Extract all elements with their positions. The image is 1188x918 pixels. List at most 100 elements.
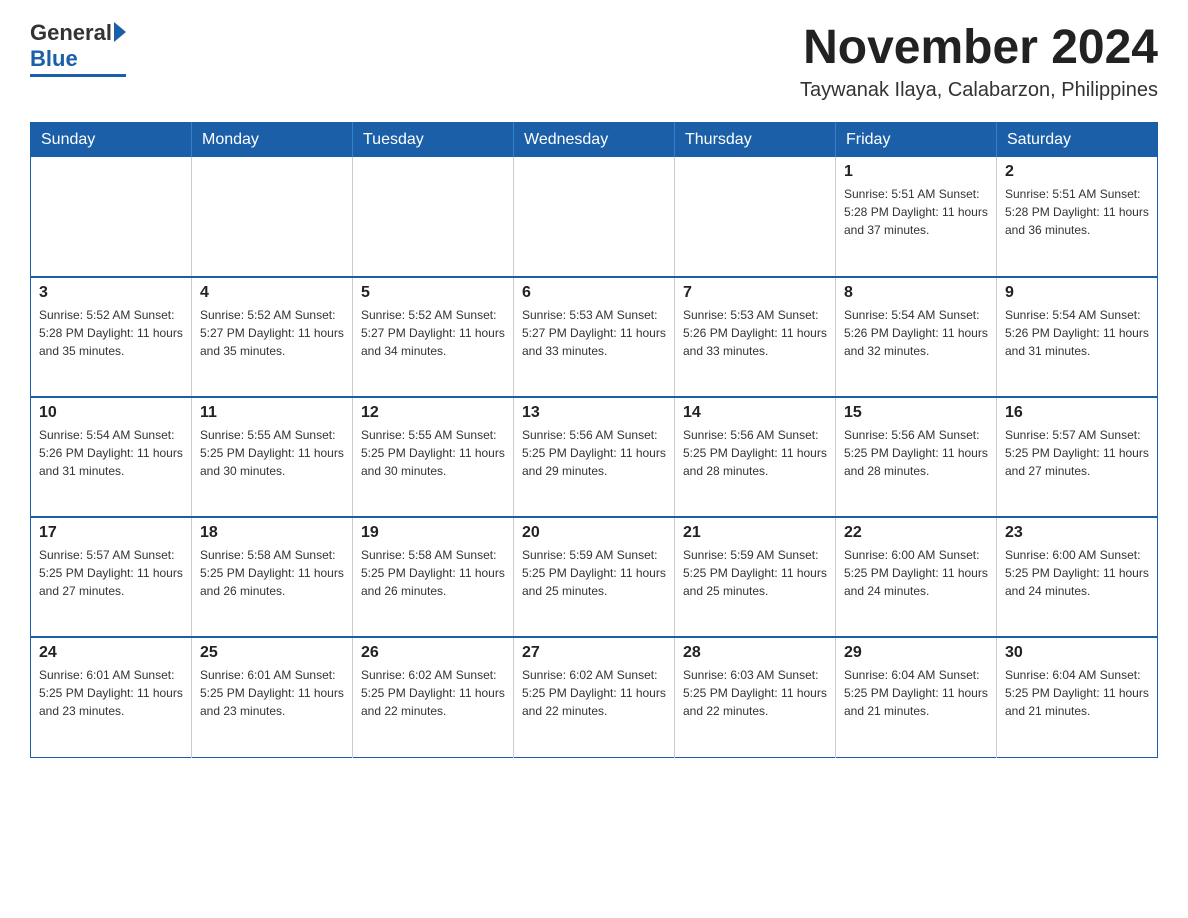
logo: General Blue — [30, 20, 126, 77]
day-info: Sunrise: 6:00 AM Sunset: 5:25 PM Dayligh… — [844, 546, 988, 600]
calendar-cell: 11Sunrise: 5:55 AM Sunset: 5:25 PM Dayli… — [192, 397, 353, 517]
day-number: 4 — [200, 284, 344, 302]
day-number: 13 — [522, 404, 666, 422]
logo-blue-text: Blue — [30, 46, 78, 72]
calendar-cell: 9 Sunrise: 5:54 AM Sunset: 5:26 PM Daylig… — [997, 277, 1158, 397]
logo-triangle-icon — [114, 22, 126, 42]
col-sunday: Sunday — [31, 123, 192, 158]
calendar-cell: 13 Sunrise: 5:56 AM Sunset: 5:25 PM Dayli… — [514, 397, 675, 517]
day-number: 22 — [844, 524, 988, 542]
logo-underline — [30, 74, 126, 77]
day-info: Sunrise: 5:54 AM Sunset: 5:26 PM Dayligh… — [844, 306, 988, 360]
calendar-cell: 21Sunrise: 5:59 AM Sunset: 5:25 PM Dayli… — [675, 517, 836, 637]
day-number: 20 — [522, 524, 666, 542]
day-info: Sunrise: 5:53 AM Sunset: 5:27 PM Dayligh… — [522, 306, 666, 360]
day-number: 21 — [683, 524, 827, 542]
calendar-cell: 26 Sunrise: 6:02 AM Sunset: 5:25 PM Dayli… — [353, 637, 514, 757]
calendar-header-row: Sunday Monday Tuesday Wednesday Thursday… — [31, 123, 1158, 158]
day-number: 28 — [683, 644, 827, 662]
day-info: Sunrise: 5:57 AM Sunset: 5:25 PM Dayligh… — [39, 546, 183, 600]
day-number: 2 — [1005, 163, 1149, 181]
day-info: Sunrise: 6:02 AM Sunset: 5:25 PM Dayligh… — [361, 666, 505, 720]
col-monday: Monday — [192, 123, 353, 158]
calendar-cell: 14Sunrise: 5:56 AM Sunset: 5:25 PM Dayli… — [675, 397, 836, 517]
calendar-cell: 15 Sunrise: 5:56 AM Sunset: 5:25 PM Dayli… — [836, 397, 997, 517]
calendar-cell: 22 Sunrise: 6:00 AM Sunset: 5:25 PM Dayli… — [836, 517, 997, 637]
calendar-week-row: 24Sunrise: 6:01 AM Sunset: 5:25 PM Dayli… — [31, 637, 1158, 757]
day-number: 23 — [1005, 524, 1149, 542]
calendar-week-row: 17 Sunrise: 5:57 AM Sunset: 5:25 PM Dayli… — [31, 517, 1158, 637]
day-number: 25 — [200, 644, 344, 662]
calendar-cell: 29 Sunrise: 6:04 AM Sunset: 5:25 PM Dayli… — [836, 637, 997, 757]
day-info: Sunrise: 5:54 AM Sunset: 5:26 PM Dayligh… — [1005, 306, 1149, 360]
logo-general-text: General — [30, 20, 112, 46]
day-info: Sunrise: 5:59 AM Sunset: 5:25 PM Dayligh… — [522, 546, 666, 600]
day-info: Sunrise: 6:04 AM Sunset: 5:25 PM Dayligh… — [844, 666, 988, 720]
col-tuesday: Tuesday — [353, 123, 514, 158]
day-number: 14 — [683, 404, 827, 422]
calendar-cell: 23 Sunrise: 6:00 AM Sunset: 5:25 PM Dayli… — [997, 517, 1158, 637]
day-info: Sunrise: 5:56 AM Sunset: 5:25 PM Dayligh… — [522, 426, 666, 480]
calendar-cell: 16Sunrise: 5:57 AM Sunset: 5:25 PM Dayli… — [997, 397, 1158, 517]
day-info: Sunrise: 5:52 AM Sunset: 5:28 PM Dayligh… — [39, 306, 183, 360]
calendar-table: Sunday Monday Tuesday Wednesday Thursday… — [30, 122, 1158, 758]
day-info: Sunrise: 5:52 AM Sunset: 5:27 PM Dayligh… — [361, 306, 505, 360]
day-number: 1 — [844, 163, 988, 181]
page-header: General Blue November 2024 Taywanak Ilay… — [30, 20, 1158, 102]
calendar-cell: 6 Sunrise: 5:53 AM Sunset: 5:27 PM Daylig… — [514, 277, 675, 397]
day-info: Sunrise: 6:00 AM Sunset: 5:25 PM Dayligh… — [1005, 546, 1149, 600]
calendar-cell: 24Sunrise: 6:01 AM Sunset: 5:25 PM Dayli… — [31, 637, 192, 757]
day-info: Sunrise: 6:02 AM Sunset: 5:25 PM Dayligh… — [522, 666, 666, 720]
day-number: 30 — [1005, 644, 1149, 662]
calendar-cell: 4 Sunrise: 5:52 AM Sunset: 5:27 PM Daylig… — [192, 277, 353, 397]
day-info: Sunrise: 6:04 AM Sunset: 5:25 PM Dayligh… — [1005, 666, 1149, 720]
day-info: Sunrise: 5:55 AM Sunset: 5:25 PM Dayligh… — [361, 426, 505, 480]
day-info: Sunrise: 5:58 AM Sunset: 5:25 PM Dayligh… — [361, 546, 505, 600]
day-info: Sunrise: 6:03 AM Sunset: 5:25 PM Dayligh… — [683, 666, 827, 720]
day-number: 29 — [844, 644, 988, 662]
day-info: Sunrise: 5:51 AM Sunset: 5:28 PM Dayligh… — [1005, 185, 1149, 239]
day-number: 10 — [39, 404, 183, 422]
calendar-cell: 25 Sunrise: 6:01 AM Sunset: 5:25 PM Dayli… — [192, 637, 353, 757]
day-number: 19 — [361, 524, 505, 542]
day-number: 5 — [361, 284, 505, 302]
day-number: 27 — [522, 644, 666, 662]
day-info: Sunrise: 5:58 AM Sunset: 5:25 PM Dayligh… — [200, 546, 344, 600]
day-info: Sunrise: 5:51 AM Sunset: 5:28 PM Dayligh… — [844, 185, 988, 239]
day-info: Sunrise: 6:01 AM Sunset: 5:25 PM Dayligh… — [200, 666, 344, 720]
day-number: 15 — [844, 404, 988, 422]
calendar-cell: 19 Sunrise: 5:58 AM Sunset: 5:25 PM Dayli… — [353, 517, 514, 637]
day-number: 8 — [844, 284, 988, 302]
calendar-cell: 17 Sunrise: 5:57 AM Sunset: 5:25 PM Dayli… — [31, 517, 192, 637]
calendar-cell — [353, 157, 514, 277]
calendar-cell: 12Sunrise: 5:55 AM Sunset: 5:25 PM Dayli… — [353, 397, 514, 517]
day-info: Sunrise: 5:52 AM Sunset: 5:27 PM Dayligh… — [200, 306, 344, 360]
calendar-week-row: 3Sunrise: 5:52 AM Sunset: 5:28 PM Daylig… — [31, 277, 1158, 397]
main-title: November 2024 — [800, 20, 1158, 75]
calendar-cell: 20 Sunrise: 5:59 AM Sunset: 5:25 PM Dayli… — [514, 517, 675, 637]
day-info: Sunrise: 6:01 AM Sunset: 5:25 PM Dayligh… — [39, 666, 183, 720]
calendar-cell — [192, 157, 353, 277]
calendar-cell: 5 Sunrise: 5:52 AM Sunset: 5:27 PM Daylig… — [353, 277, 514, 397]
calendar-cell: 3Sunrise: 5:52 AM Sunset: 5:28 PM Daylig… — [31, 277, 192, 397]
day-number: 6 — [522, 284, 666, 302]
day-number: 17 — [39, 524, 183, 542]
day-info: Sunrise: 5:53 AM Sunset: 5:26 PM Dayligh… — [683, 306, 827, 360]
calendar-cell: 18 Sunrise: 5:58 AM Sunset: 5:25 PM Dayli… — [192, 517, 353, 637]
col-thursday: Thursday — [675, 123, 836, 158]
calendar-cell: 7 Sunrise: 5:53 AM Sunset: 5:26 PM Daylig… — [675, 277, 836, 397]
day-number: 16 — [1005, 404, 1149, 422]
day-info: Sunrise: 5:55 AM Sunset: 5:25 PM Dayligh… — [200, 426, 344, 480]
day-info: Sunrise: 5:56 AM Sunset: 5:25 PM Dayligh… — [844, 426, 988, 480]
subtitle: Taywanak Ilaya, Calabarzon, Philippines — [800, 79, 1158, 102]
day-number: 7 — [683, 284, 827, 302]
calendar-cell — [675, 157, 836, 277]
calendar-cell: 10 Sunrise: 5:54 AM Sunset: 5:26 PM Dayli… — [31, 397, 192, 517]
day-number: 9 — [1005, 284, 1149, 302]
col-saturday: Saturday — [997, 123, 1158, 158]
day-number: 26 — [361, 644, 505, 662]
calendar-cell: 2 Sunrise: 5:51 AM Sunset: 5:28 PM Daylig… — [997, 157, 1158, 277]
calendar-cell: 28 Sunrise: 6:03 AM Sunset: 5:25 PM Dayli… — [675, 637, 836, 757]
day-number: 18 — [200, 524, 344, 542]
day-info: Sunrise: 5:54 AM Sunset: 5:26 PM Dayligh… — [39, 426, 183, 480]
